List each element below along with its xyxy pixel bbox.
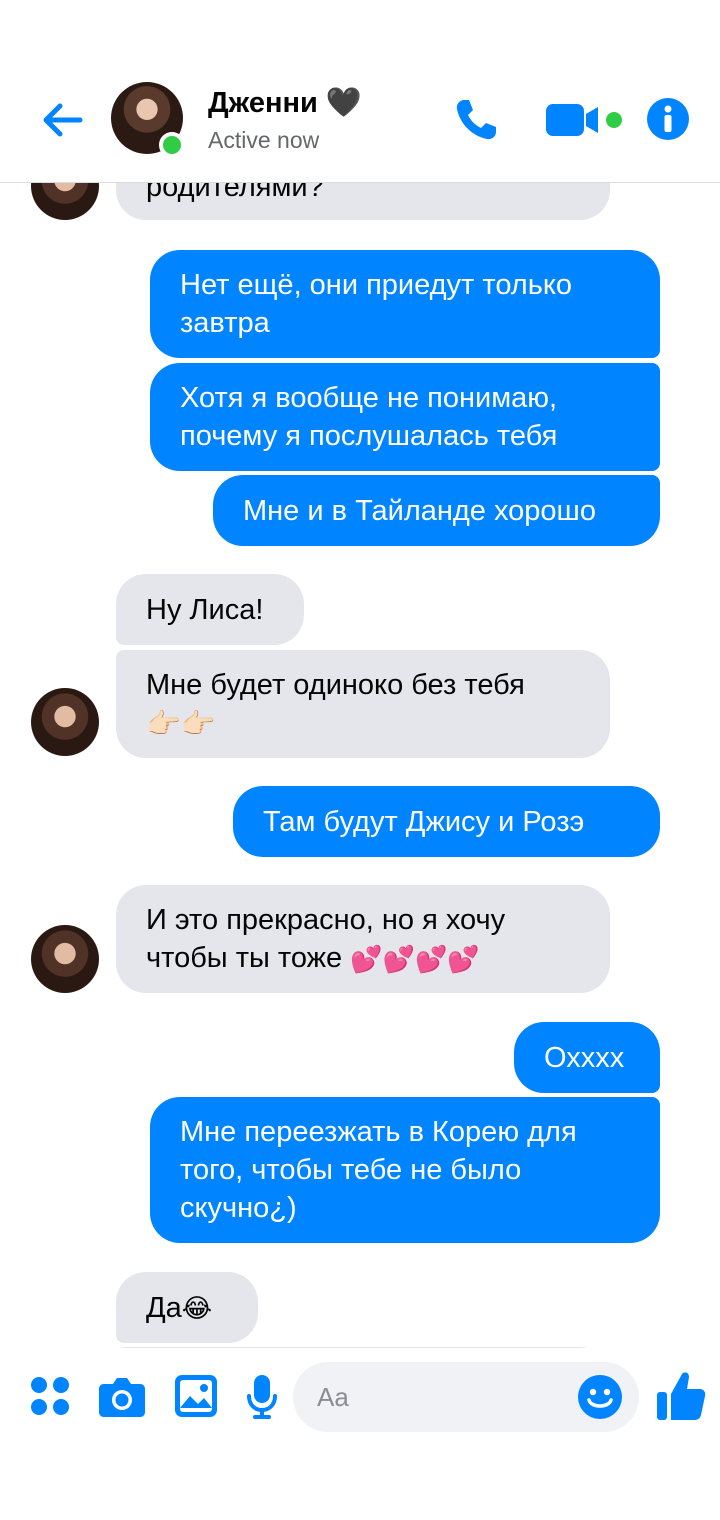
contact-name[interactable]: Дженни 🖤 [208,86,362,120]
message-text: Мне переезжать в Корею для того, чтобы т… [180,1116,577,1224]
message-text: Мне и в Тайланде хорошо [243,494,596,527]
outgoing-message[interactable]: Мне переезжать в Корею для того, чтобы т… [150,1097,660,1243]
message-text: Там будут Джису и Розэ [263,805,585,838]
incoming-message[interactable]: Ну Лиса! [116,574,304,645]
sender-avatar[interactable] [31,688,99,756]
message-thread[interactable]: родителями? Нет ещё, они приедут только … [0,183,720,1348]
hearts-emoji: 💕💕💕💕 [350,944,480,975]
smiley-icon[interactable] [577,1374,623,1420]
camera-icon[interactable] [98,1376,146,1418]
message-text: Ну Лиса! [146,593,264,626]
info-icon[interactable] [646,97,690,141]
four-dots-icon[interactable] [30,1376,70,1416]
message-composer: Aa [0,1348,720,1448]
video-camera-icon[interactable] [544,98,604,142]
sender-avatar[interactable] [31,925,99,993]
incoming-message[interactable]: Мне будет одиноко без тебя 👉🏻👉🏻 [116,650,610,758]
message-text: Мне будет одиноко без тебя [146,669,525,701]
outgoing-message[interactable]: Хотя я вообще не понимаю, почему я послу… [150,363,660,471]
sender-avatar[interactable] [31,183,99,220]
outgoing-message[interactable]: Там будут Джису и Розэ [233,786,660,857]
laughing-emoji: 😂 [181,1292,213,1323]
thumbs-up-icon[interactable] [656,1370,706,1422]
message-text: Охххх [544,1041,625,1074]
video-online-dot [606,112,622,128]
message-text: Да [146,1291,182,1324]
incoming-message[interactable]: Да 😂 [116,1272,258,1343]
online-indicator [159,132,185,158]
pointing-hands-emoji: 👉🏻👉🏻 [146,708,216,740]
microphone-icon[interactable] [246,1374,278,1420]
message-text: родителями? [146,183,324,203]
phone-icon[interactable] [450,94,502,146]
image-icon[interactable] [174,1374,218,1418]
arrow-left-icon[interactable] [38,96,86,144]
incoming-message[interactable]: И это прекрасно, но я хочу чтобы ты тоже… [116,885,610,993]
outgoing-message[interactable]: Охххх [514,1022,660,1093]
message-text: Нет ещё, они приедут только завтра [180,269,572,339]
conversation-header: Дженни 🖤 Active now [0,0,720,183]
message-input[interactable]: Aa [293,1362,639,1432]
outgoing-message[interactable]: Мне и в Тайланде хорошо [213,475,660,546]
message-input-placeholder: Aa [317,1382,349,1412]
contact-status: Active now [208,127,320,153]
incoming-message[interactable]: родителями? [116,183,610,220]
message-text: Хотя я вообще не понимаю, почему я послу… [180,382,558,452]
outgoing-message[interactable]: Нет ещё, они приедут только завтра [150,250,660,358]
